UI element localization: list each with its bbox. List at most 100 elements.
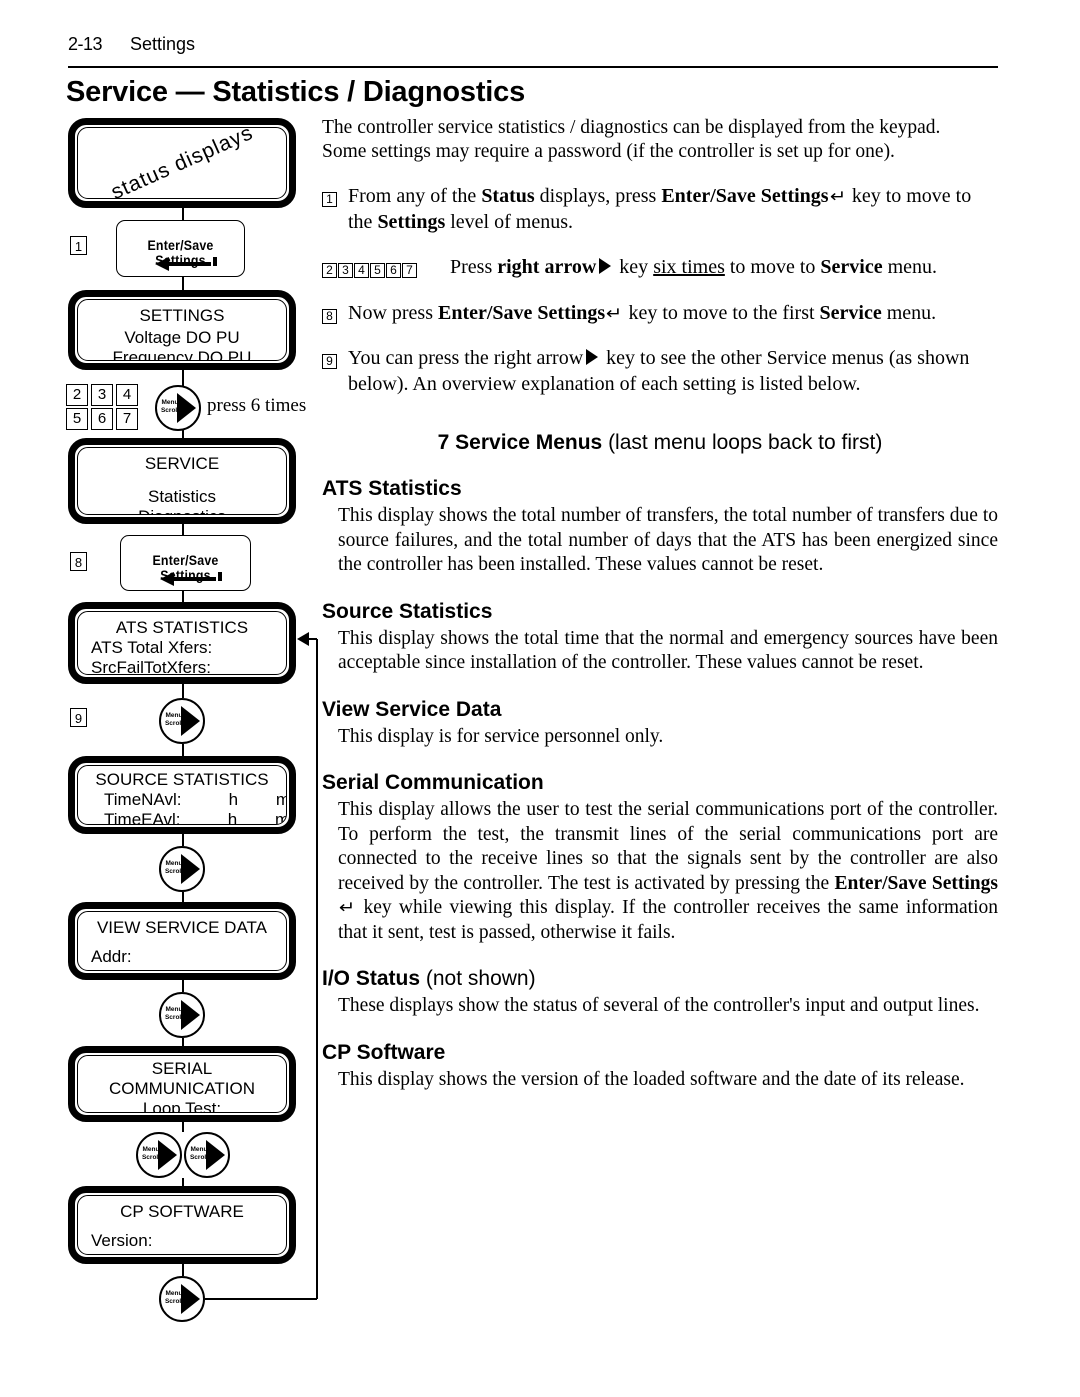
section-source-statistics: Source Statistics This display shows the… bbox=[322, 600, 998, 676]
right-arrow-icon bbox=[599, 258, 612, 274]
step-number-box: 8 bbox=[322, 308, 337, 324]
intro-line-1: The controller service statistics / diag… bbox=[322, 117, 941, 138]
connector-line bbox=[182, 276, 184, 290]
step-number-box: 5 bbox=[370, 263, 385, 278]
section-ats-statistics: ATS Statistics This display shows the to… bbox=[322, 477, 998, 578]
step-8-text: Now press Enter/Save Settings↵ key to mo… bbox=[348, 302, 936, 324]
lcd-inner: ATS STATISTICS ATS Total Xfers: SrcFailT… bbox=[77, 611, 287, 675]
section-heading: I/O Status (not shown) bbox=[322, 967, 998, 991]
lcd-title: SOURCE STATISTICS bbox=[95, 770, 269, 789]
connector-line bbox=[182, 684, 184, 698]
key-enter-save-settings-1[interactable]: Enter/Save Settings bbox=[116, 220, 245, 277]
connector-line bbox=[182, 1038, 184, 1046]
step-marker: 6 bbox=[91, 408, 113, 430]
key-menu-scroll[interactable]: Menu Scroll bbox=[159, 846, 205, 892]
text-run: From any of the bbox=[348, 185, 482, 207]
text-run: to move to bbox=[724, 256, 821, 278]
text-run: You can press the right arrow bbox=[348, 347, 584, 369]
lcd-row: Addr: bbox=[91, 947, 132, 966]
status-displays-text: status displays bbox=[107, 127, 257, 199]
key-enter-save-settings-2[interactable]: Enter/Save Settings bbox=[120, 535, 251, 591]
menu-scroll-line1: Menu bbox=[165, 1290, 183, 1297]
step-marker: 2 bbox=[66, 384, 88, 406]
key-menu-scroll[interactable]: Menu Scroll bbox=[159, 992, 205, 1038]
step-1-text: From any of the Status displays, press E… bbox=[348, 185, 971, 233]
text-run-bold: Settings bbox=[377, 210, 446, 233]
step-9: 9 You can press the right arrow key to s… bbox=[322, 346, 998, 397]
right-arrow-icon bbox=[181, 1284, 200, 1314]
section-heading: View Service Data bbox=[322, 697, 502, 721]
section-body: This display shows the total time that t… bbox=[338, 627, 998, 674]
key-menu-scroll[interactable]: Menu Scroll bbox=[136, 1132, 182, 1178]
right-arrow-icon bbox=[181, 706, 200, 736]
text-run-bold: Enter/Save Settings bbox=[834, 872, 998, 894]
section-view-service-data: View Service Data This display is for se… bbox=[322, 698, 998, 750]
right-arrow-icon bbox=[177, 393, 196, 423]
return-key-icon: ↵ bbox=[829, 187, 846, 206]
return-arrow-icon bbox=[159, 572, 222, 586]
right-arrow-icon bbox=[158, 1140, 177, 1170]
key-menu-scroll[interactable]: Menu Scroll bbox=[184, 1132, 230, 1178]
lcd-title: CP SOFTWARE bbox=[120, 1202, 244, 1221]
lcd-row: Voltage DO PU bbox=[124, 328, 240, 347]
section-heading: CP Software bbox=[322, 1040, 446, 1064]
lcd-rows: ATS Total Xfers: SrcFailTotXfers: Days E… bbox=[78, 638, 286, 674]
lcd-row: TimeNAvl: h min bbox=[104, 790, 287, 809]
step-marker-9: 9 bbox=[70, 708, 87, 727]
lcd-inner: SETTINGS Voltage DO PU Frequency DO PU bbox=[77, 299, 287, 361]
right-arrow-icon bbox=[181, 854, 200, 884]
lcd-row: Date: bbox=[91, 1251, 286, 1254]
text-run: key to move to the first bbox=[623, 301, 820, 324]
menu-scroll-line1: Menu bbox=[165, 1006, 183, 1013]
lcd-row: TimeEAvl: h min bbox=[104, 810, 287, 825]
lcd-rows: Version: Date: bbox=[78, 1222, 286, 1254]
service-menus-note: (last menu loops back to first) bbox=[602, 431, 883, 454]
section-body: These displays show the status of severa… bbox=[338, 995, 980, 1016]
menu-scroll-line1: Menu bbox=[165, 860, 183, 867]
key-menu-scroll-loopback[interactable]: Menu Scroll bbox=[159, 1276, 205, 1322]
lcd-ats-statistics: ATS STATISTICS ATS Total Xfers: SrcFailT… bbox=[68, 602, 296, 684]
body-text-column: The controller service statistics / diag… bbox=[322, 116, 998, 1092]
lcd-settings: SETTINGS Voltage DO PU Frequency DO PU bbox=[68, 290, 296, 370]
text-run: Now press bbox=[348, 301, 438, 324]
step-8: 8 Now press Enter/Save Settings↵ key to … bbox=[322, 301, 998, 327]
lcd-service: SERVICE Statistics Diagnostics bbox=[68, 438, 296, 524]
loopback-line-vertical bbox=[316, 639, 318, 1299]
section-body: This display is for service personnel on… bbox=[338, 725, 664, 747]
connector-line bbox=[182, 892, 184, 902]
menu-scroll-line1: Menu bbox=[161, 399, 179, 406]
connector-line bbox=[182, 980, 184, 992]
lcd-view-service-data: VIEW SERVICE DATA Addr: Data: bbox=[68, 902, 296, 980]
step-marker: 5 bbox=[66, 408, 88, 430]
key-menu-scroll[interactable]: Menu Scroll bbox=[155, 385, 201, 431]
text-run-bold: right arrow bbox=[497, 256, 597, 278]
step-1: 1 From any of the Status displays, press… bbox=[322, 184, 998, 235]
lcd-rows: Loop Test: bbox=[78, 1099, 286, 1112]
text-run-bold: Service bbox=[820, 256, 883, 278]
text-run: key while viewing this display. If the c… bbox=[338, 897, 998, 943]
lcd-inner: SERIAL COMMUNICATION Loop Test: bbox=[77, 1055, 287, 1113]
text-run-bold: Service bbox=[819, 301, 882, 324]
lcd-row: Data: bbox=[91, 967, 286, 970]
lcd-row: Diagnostics bbox=[78, 507, 286, 514]
lcd-rows: TimeNAvl: h min TimeEAvl: h min bbox=[78, 790, 287, 825]
section-io-status: I/O Status (not shown) These displays sh… bbox=[322, 967, 998, 1019]
lcd-row: Version: bbox=[91, 1231, 153, 1250]
step-marker-8: 8 bbox=[70, 552, 87, 571]
step-9-numbers: 9 bbox=[322, 349, 338, 375]
text-run-underline: six times bbox=[653, 256, 725, 278]
lcd-rows: Addr: Data: bbox=[78, 938, 286, 970]
loopback-line-horizontal bbox=[205, 1298, 317, 1300]
step-marker: 3 bbox=[91, 384, 113, 406]
loopback-line-enter bbox=[305, 638, 317, 640]
connector-line bbox=[182, 1122, 184, 1132]
key-menu-scroll[interactable]: Menu Scroll bbox=[159, 698, 205, 744]
service-menus-heading: 7 Service Menus (last menu loops back to… bbox=[322, 431, 998, 455]
text-run: Press bbox=[450, 256, 498, 278]
right-arrow-icon bbox=[206, 1140, 225, 1170]
step-marker: 7 bbox=[116, 408, 138, 430]
text-run-bold: Status bbox=[481, 185, 535, 207]
status-displays-label: status displays bbox=[78, 128, 286, 198]
step-2-7-numbers: 234567 bbox=[322, 258, 418, 284]
service-menus-count: 7 Service Menus bbox=[437, 431, 603, 454]
